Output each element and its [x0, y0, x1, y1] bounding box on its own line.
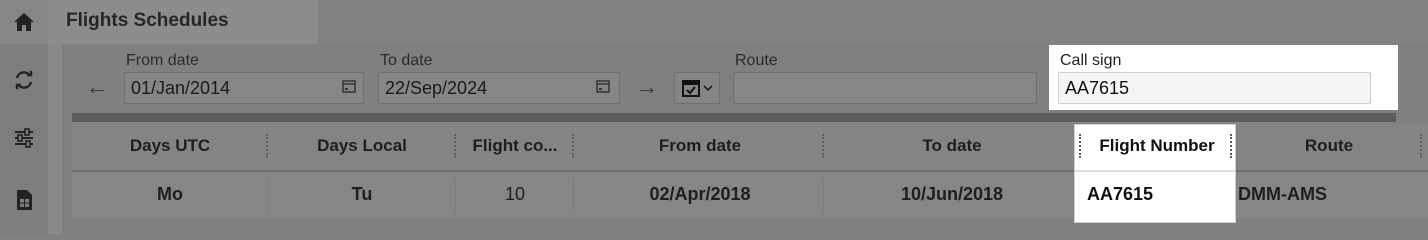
calendar-icon[interactable]	[596, 79, 610, 96]
cell-flight-count[interactable]: 10	[456, 172, 574, 216]
cell-flight-number[interactable]: AA7615	[1087, 172, 1227, 216]
from-date-label: From date	[126, 52, 199, 69]
cell-from-date[interactable]: 02/Apr/2018	[576, 172, 824, 216]
column-resize-handle[interactable]	[1079, 134, 1081, 158]
call-sign-label: Call sign	[1060, 52, 1122, 69]
call-sign-value: AA7615	[1065, 78, 1130, 98]
to-date-value: 22/Sep/2024	[385, 78, 488, 98]
column-resize-handle[interactable]	[1420, 134, 1422, 158]
date-preset-dropdown[interactable]	[674, 72, 720, 104]
route-input[interactable]	[733, 72, 1037, 104]
call-sign-input[interactable]: AA7615	[1058, 72, 1371, 104]
header-bar	[318, 0, 1428, 44]
column-resize-handle[interactable]	[1230, 134, 1232, 158]
column-resize-handle[interactable]	[572, 134, 574, 158]
export-button[interactable]	[0, 176, 48, 224]
column-resize-handle[interactable]	[266, 134, 268, 158]
filters-button[interactable]	[0, 114, 48, 162]
column-header-days-utc[interactable]: Days UTC	[72, 122, 268, 170]
column-header-from-date[interactable]: From date	[576, 122, 824, 170]
to-date-label: To date	[380, 52, 433, 69]
column-resize-handle[interactable]	[822, 134, 824, 158]
forward-arrow-icon[interactable]: →	[636, 74, 658, 100]
chevron-down-icon	[703, 85, 713, 92]
refresh-button[interactable]	[0, 56, 48, 104]
grid-scrollbar[interactable]	[72, 113, 1396, 122]
column-header-flight-count[interactable]: Flight co...	[456, 122, 574, 170]
cell-to-date[interactable]: 10/Jun/2018	[824, 172, 1080, 216]
back-arrow-icon[interactable]: ←	[86, 74, 108, 100]
column-resize-handle[interactable]	[454, 134, 456, 158]
column-header-flight-number[interactable]: Flight Number	[1082, 122, 1232, 170]
cell-route[interactable]: DMM-AMS	[1238, 172, 1418, 216]
page-title: Flights Schedules	[66, 10, 229, 31]
calendar-check-icon	[682, 80, 700, 97]
sliders-icon	[15, 128, 33, 148]
column-header-days-local[interactable]: Days Local	[268, 122, 456, 170]
home-icon	[14, 13, 34, 31]
column-header-route[interactable]: Route	[1236, 122, 1422, 170]
to-date-input[interactable]: 22/Sep/2024	[378, 72, 620, 104]
calendar-icon[interactable]	[342, 79, 356, 96]
column-header-to-date[interactable]: To date	[824, 122, 1080, 170]
cell-days-utc[interactable]: Mo	[72, 172, 268, 216]
from-date-value: 01/Jan/2014	[131, 78, 231, 98]
refresh-icon	[15, 71, 33, 89]
from-date-input[interactable]: 01/Jan/2014	[124, 72, 364, 104]
document-icon	[17, 190, 32, 210]
rail-separator	[48, 44, 62, 234]
route-label: Route	[735, 52, 778, 69]
home-button[interactable]	[0, 0, 48, 44]
cell-days-local[interactable]: Tu	[268, 172, 456, 216]
